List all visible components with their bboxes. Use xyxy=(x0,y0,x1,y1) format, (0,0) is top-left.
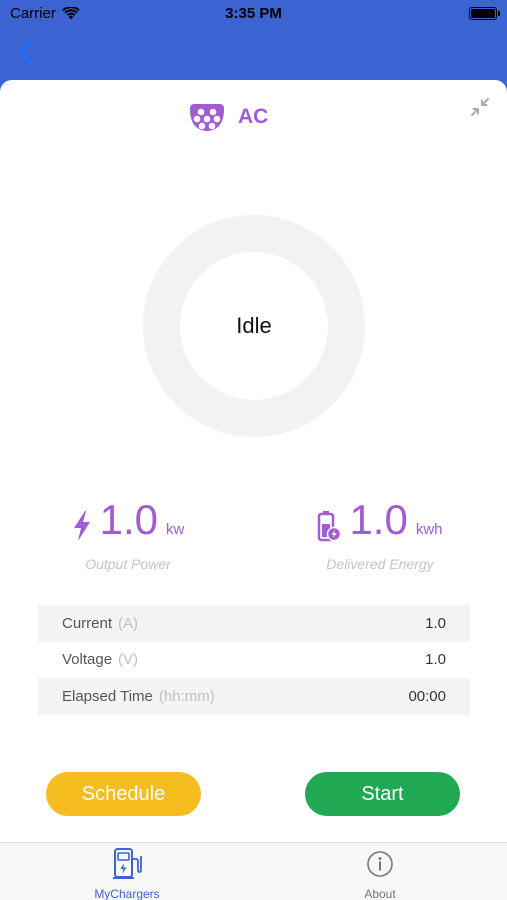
ac-connector-icon xyxy=(190,104,224,131)
lightning-bolt-icon xyxy=(73,511,90,541)
info-icon xyxy=(367,851,393,877)
output-power-caption: Output Power xyxy=(85,556,171,572)
charger-station-icon xyxy=(113,848,142,879)
chevron-left-icon xyxy=(20,41,33,65)
collapse-icon xyxy=(471,98,489,116)
detail-row-current: Current (A) 1.0 xyxy=(38,605,470,642)
status-time: 3:35 PM xyxy=(225,5,282,22)
charging-status-label: Idle xyxy=(236,313,272,338)
start-button[interactable]: Start xyxy=(305,772,460,816)
output-power-value: 1.0 xyxy=(99,496,159,543)
detail-label: Voltage xyxy=(62,651,113,669)
charging-status-ring: Idle xyxy=(143,215,365,437)
output-power-stat: 1.0 kw Output Power xyxy=(28,498,228,572)
detail-label: Elapsed Time xyxy=(62,687,153,705)
detail-unit: (hh:mm) xyxy=(158,687,215,705)
detail-value: 00:00 xyxy=(408,687,446,705)
tab-bar: MyChargers About xyxy=(0,842,507,900)
output-power-unit: kw xyxy=(166,521,185,538)
connector-type-label: AC xyxy=(238,105,269,128)
back-button[interactable] xyxy=(12,38,40,68)
detail-unit: (A) xyxy=(118,614,139,632)
tab-about[interactable]: About xyxy=(320,847,440,900)
detail-value: 1.0 xyxy=(425,614,446,632)
battery-charging-icon xyxy=(318,511,342,542)
detail-value: 1.0 xyxy=(425,651,446,669)
collapse-button[interactable] xyxy=(469,96,491,118)
nav-bar xyxy=(0,28,507,80)
delivered-energy-caption: Delivered Energy xyxy=(326,556,434,572)
status-bar: Carrier 3:35 PM xyxy=(0,0,507,28)
battery-icon xyxy=(469,7,500,20)
charger-detail-sheet: AC Idle 1.0 kw Output Power 1.0 kwh Deli… xyxy=(0,80,507,842)
detail-label: Current xyxy=(62,614,113,632)
detail-unit: (V) xyxy=(118,651,139,669)
tab-mychargers-label: MyChargers xyxy=(94,887,160,900)
detail-row-voltage: Voltage (V) 1.0 xyxy=(38,642,470,679)
connector-type: AC xyxy=(188,100,268,134)
detail-row-elapsed-time: Elapsed Time (hh:mm) 00:00 xyxy=(38,678,470,715)
delivered-energy-value: 1.0 xyxy=(349,496,408,543)
schedule-button[interactable]: Schedule xyxy=(46,772,201,816)
charging-details-table: Current (A) 1.0 Voltage (V) 1.0 Elapsed Ti… xyxy=(38,605,470,715)
delivered-energy-stat: 1.0 kwh Delivered Energy xyxy=(280,498,480,572)
tab-mychargers[interactable]: MyChargers xyxy=(67,847,187,900)
delivered-energy-unit: kwh xyxy=(415,521,443,538)
tab-about-label: About xyxy=(364,887,396,900)
